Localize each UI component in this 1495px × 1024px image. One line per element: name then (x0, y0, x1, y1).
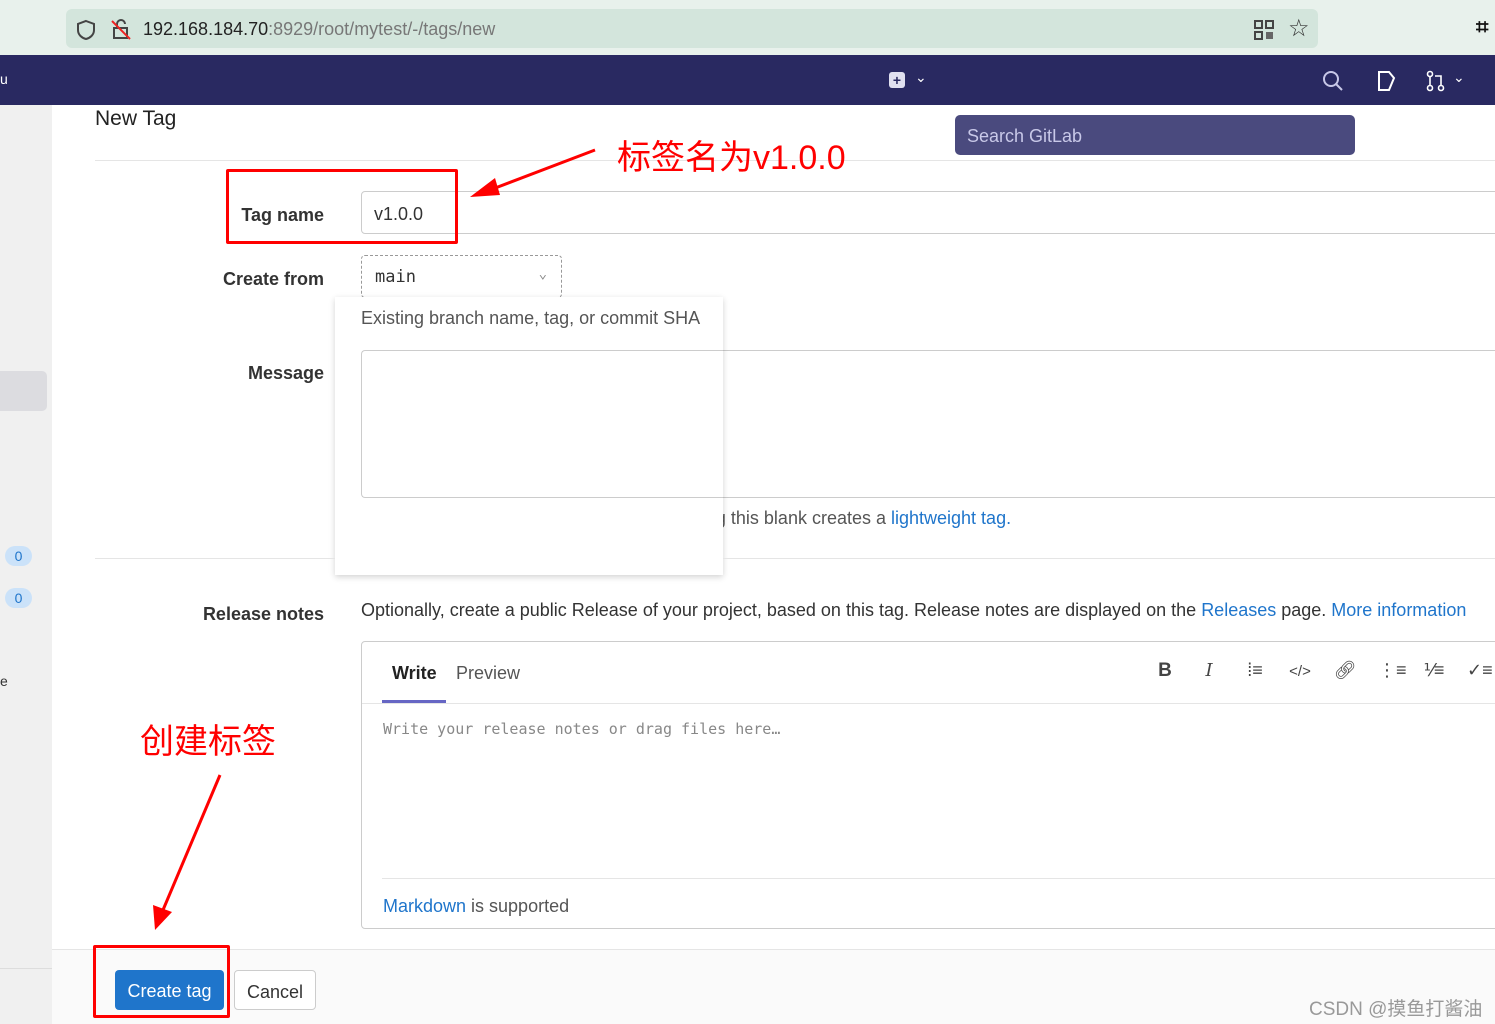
cancel-button[interactable]: Cancel (234, 970, 316, 1010)
url-host: 192.168.184.70 (143, 19, 269, 39)
chevron-down-icon[interactable]: ⌄ (915, 69, 927, 86)
sidebar-divider (0, 968, 52, 969)
header-truncated-text: u (0, 71, 8, 87)
search-input[interactable]: Search GitLab (955, 115, 1355, 155)
create-from-dropdown[interactable]: main ⌄ (361, 255, 562, 298)
markdown-suffix: is supported (466, 896, 570, 916)
sidebar: 0 0 e (0, 105, 52, 1024)
divider (723, 558, 1495, 559)
url-path: :8929/root/mytest/-/tags/new (268, 19, 496, 39)
divider (95, 558, 335, 559)
tag-name-input[interactable]: v1.0.0 (361, 191, 1495, 234)
create-from-value: main (375, 267, 416, 287)
annotation-arrow (489, 148, 596, 192)
markdown-hint: Markdown is supported (383, 896, 569, 917)
annotation-box-create (93, 945, 230, 1018)
annotation-create-note: 创建标签 (140, 723, 276, 761)
sidebar-count-badge: 0 (5, 588, 32, 608)
create-from-help: Existing branch name, tag, or commit SHA (361, 308, 701, 328)
bullet-list-icon[interactable]: ⋮≡ (1378, 660, 1407, 681)
insecure-lock-icon[interactable] (110, 18, 132, 40)
link-icon[interactable]: 🔗︎ (1333, 660, 1357, 681)
browser-toolbar: 192.168.184.70:8929/root/mytest/-/tags/n… (0, 0, 1495, 55)
quote-icon[interactable]: ⁞≡ (1243, 660, 1267, 681)
shield-icon[interactable] (76, 19, 96, 41)
page-title: New Tag (95, 107, 177, 130)
sidebar-count-badge: 0 (5, 546, 32, 566)
bold-icon[interactable]: B (1153, 660, 1177, 682)
tab-preview[interactable]: Preview (456, 663, 520, 684)
bookmark-star-icon[interactable]: ☆ (1288, 14, 1310, 43)
lightweight-tag-link[interactable]: lightweight tag (891, 508, 1006, 528)
more-information-link[interactable]: More information (1331, 600, 1466, 620)
gitlab-header: u + ⌄ Search GitLab ⌄ (0, 55, 1495, 155)
task-list-icon[interactable]: ✓≡ (1467, 660, 1493, 681)
issues-icon[interactable] (1377, 70, 1397, 92)
help-text: Optionally, create a public Release of y… (361, 600, 1202, 620)
chevron-down-icon[interactable]: ⌄ (1453, 69, 1465, 86)
annotation-box-tag-name (226, 169, 458, 244)
annotation-arrow (161, 774, 222, 911)
qr-code-icon[interactable] (1254, 20, 1274, 40)
arrow-head-icon (153, 905, 172, 930)
italic-icon[interactable]: I (1197, 660, 1221, 681)
message-textarea-visible[interactable] (361, 350, 723, 498)
merge-request-icon[interactable] (1426, 70, 1446, 92)
divider (382, 878, 1495, 879)
chevron-down-icon: ⌄ (538, 266, 547, 282)
help-text-mid: page. (1276, 600, 1332, 620)
help-text-end: . (1006, 508, 1012, 528)
sidebar-truncated-text: e (0, 673, 8, 689)
annotation-tag-note: 标签名为v1.0.0 (617, 139, 846, 177)
crop-icon[interactable]: ⌗ (1476, 14, 1488, 40)
releases-link[interactable]: Releases (1201, 600, 1276, 620)
numbered-list-icon[interactable]: ⅟≡ (1422, 660, 1446, 681)
divider (362, 703, 1495, 704)
release-notes-textarea[interactable]: Write your release notes or drag files h… (383, 720, 780, 738)
markdown-link[interactable]: Markdown (383, 896, 466, 916)
tab-write[interactable]: Write (392, 663, 437, 684)
url-text[interactable]: 192.168.184.70:8929/root/mytest/-/tags/n… (143, 19, 495, 40)
release-notes-label: Release notes (202, 604, 324, 624)
sidebar-item-active[interactable] (0, 371, 47, 411)
new-item-icon[interactable]: + (889, 72, 905, 88)
create-from-label: Create from (222, 269, 324, 289)
watermark: CSDN @摸鱼打酱油 (1309, 999, 1483, 1020)
search-placeholder: Search GitLab (967, 126, 1083, 146)
release-help: Optionally, create a public Release of y… (361, 600, 1466, 621)
message-label: Message (247, 363, 324, 383)
search-icon[interactable] (1322, 70, 1344, 92)
release-notes-editor: Write Preview Write your release notes o… (361, 641, 1495, 929)
code-icon[interactable]: </> (1288, 663, 1312, 680)
